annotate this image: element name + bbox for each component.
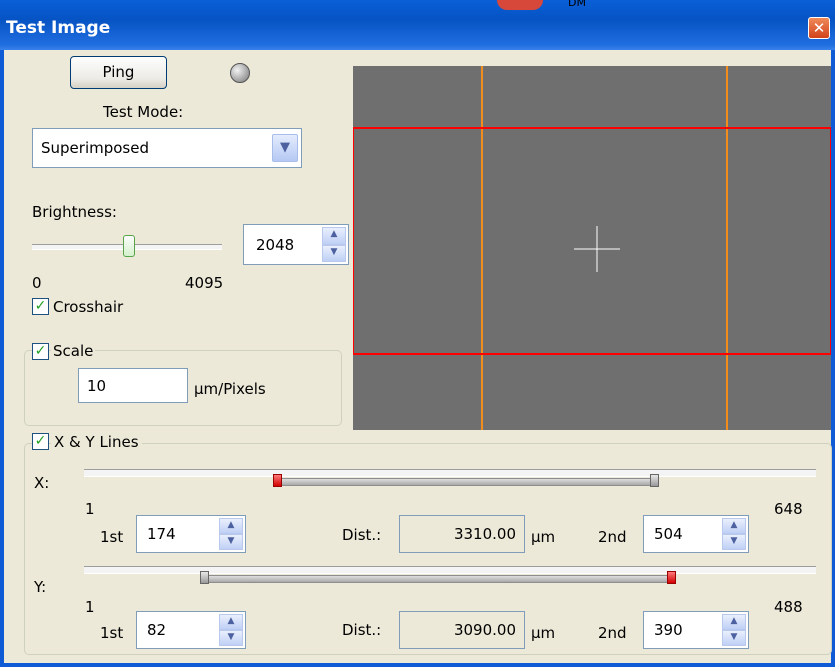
spin-up-icon[interactable]: ▲ bbox=[219, 518, 243, 534]
brightness-label: Brightness: bbox=[32, 203, 117, 221]
x-range-fill[interactable] bbox=[277, 478, 656, 486]
chevron-down-icon[interactable]: ▼ bbox=[272, 134, 298, 162]
y-dist-field: 3090.00 bbox=[399, 611, 525, 649]
y-min-label: 1 bbox=[85, 598, 95, 616]
y-dist-unit: µm bbox=[531, 624, 556, 642]
brightness-slider-thumb[interactable] bbox=[123, 235, 135, 257]
partial-top-icon bbox=[497, 0, 543, 10]
spin-up-icon[interactable]: ▲ bbox=[722, 614, 746, 630]
x-second-handle[interactable] bbox=[650, 474, 659, 487]
xy-lines-checkbox[interactable]: ✓ bbox=[32, 433, 49, 450]
y-second-spinbox[interactable]: 390 ▲ ▼ bbox=[643, 611, 749, 649]
x-second-spinbox[interactable]: 504 ▲ ▼ bbox=[643, 515, 749, 553]
x-axis-label: X: bbox=[34, 474, 50, 492]
test-image-preview bbox=[352, 66, 832, 430]
checkmark-icon: ✓ bbox=[34, 433, 47, 449]
y-first-spinbox[interactable]: 82 ▲ ▼ bbox=[136, 611, 246, 649]
x-max-label: 648 bbox=[774, 500, 803, 518]
status-led-icon bbox=[230, 63, 250, 83]
window-frame-bottom bbox=[0, 663, 835, 667]
scale-label: Scale bbox=[51, 342, 96, 360]
y-range-slider[interactable] bbox=[84, 566, 816, 574]
y-range-fill[interactable] bbox=[205, 575, 675, 583]
scale-value: 10 bbox=[87, 377, 107, 395]
partial-top-text: DM bbox=[568, 0, 586, 9]
x-first-label: 1st bbox=[100, 528, 124, 546]
checkmark-icon: ✓ bbox=[34, 343, 47, 359]
spin-down-icon[interactable]: ▼ bbox=[322, 244, 346, 262]
spin-arrows-icon[interactable]: ▲ ▼ bbox=[219, 518, 243, 550]
spin-arrows-icon[interactable]: ▲ ▼ bbox=[322, 227, 346, 262]
x-dist-label: Dist.: bbox=[342, 526, 382, 544]
x-dist-field: 3310.00 bbox=[399, 515, 525, 553]
ping-button[interactable]: Ping bbox=[70, 56, 167, 89]
spin-arrows-icon[interactable]: ▲ ▼ bbox=[722, 518, 746, 550]
preview-svg bbox=[352, 66, 832, 430]
y-dist-value: 3090.00 bbox=[453, 621, 516, 639]
close-icon: ✕ bbox=[812, 19, 826, 37]
x-first-spinbox[interactable]: 174 ▲ ▼ bbox=[136, 515, 246, 553]
y-first-handle[interactable] bbox=[200, 571, 209, 584]
x-first-handle[interactable] bbox=[273, 474, 282, 487]
y-axis-label: Y: bbox=[34, 578, 47, 596]
x-second-label: 2nd bbox=[598, 528, 627, 546]
x-min-label: 1 bbox=[85, 500, 95, 518]
spin-down-icon[interactable]: ▼ bbox=[722, 534, 746, 550]
spin-up-icon[interactable]: ▲ bbox=[722, 518, 746, 534]
y-first-value: 82 bbox=[147, 621, 167, 639]
test-mode-value: Superimposed bbox=[41, 139, 149, 157]
y-dist-label: Dist.: bbox=[342, 621, 382, 639]
spin-down-icon[interactable]: ▼ bbox=[219, 630, 243, 646]
y-max-label: 488 bbox=[774, 598, 803, 616]
brightness-max: 4095 bbox=[185, 274, 224, 292]
y-second-label: 2nd bbox=[598, 624, 627, 642]
brightness-value: 2048 bbox=[256, 236, 295, 254]
crosshair-label: Crosshair bbox=[53, 298, 124, 316]
preview-background bbox=[353, 66, 831, 430]
x-first-value: 174 bbox=[147, 525, 176, 543]
y-first-label: 1st bbox=[100, 624, 124, 642]
scale-checkbox[interactable]: ✓ bbox=[32, 343, 49, 360]
xy-lines-label: X & Y Lines bbox=[51, 433, 142, 451]
title-bar bbox=[0, 0, 835, 50]
x-dist-value: 3310.00 bbox=[453, 525, 516, 543]
spin-arrows-icon[interactable]: ▲ ▼ bbox=[219, 614, 243, 646]
brightness-spinbox[interactable]: 2048 ▲ ▼ bbox=[243, 224, 349, 265]
spin-arrows-icon[interactable]: ▲ ▼ bbox=[722, 614, 746, 646]
brightness-min: 0 bbox=[32, 274, 42, 292]
x-second-value: 504 bbox=[654, 525, 683, 543]
window-frame-left bbox=[0, 50, 4, 667]
test-mode-label: Test Mode: bbox=[103, 103, 184, 121]
x-range-slider[interactable] bbox=[84, 469, 816, 477]
spin-up-icon[interactable]: ▲ bbox=[322, 227, 346, 245]
test-mode-select[interactable]: Superimposed ▼ bbox=[32, 128, 302, 168]
spin-down-icon[interactable]: ▼ bbox=[722, 630, 746, 646]
close-button[interactable]: ✕ bbox=[808, 17, 830, 39]
scale-unit-label: µm/Pixels bbox=[194, 380, 266, 398]
crosshair-checkbox[interactable]: ✓ bbox=[32, 298, 49, 315]
checkmark-icon: ✓ bbox=[34, 298, 47, 314]
window-title: Test Image bbox=[6, 18, 111, 38]
spin-down-icon[interactable]: ▼ bbox=[219, 534, 243, 550]
y-second-handle[interactable] bbox=[667, 571, 676, 584]
scale-input[interactable]: 10 bbox=[78, 368, 188, 403]
x-dist-unit: µm bbox=[531, 528, 556, 546]
y-second-value: 390 bbox=[654, 621, 683, 639]
spin-up-icon[interactable]: ▲ bbox=[219, 614, 243, 630]
